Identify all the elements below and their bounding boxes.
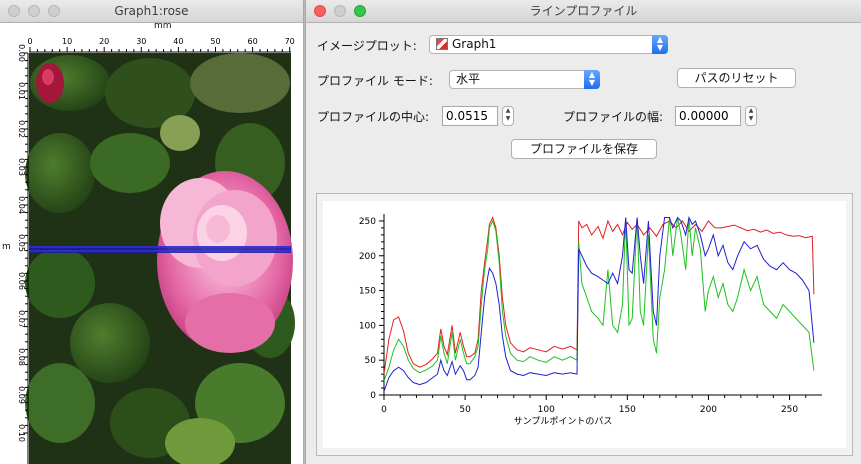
- y-axis-unit-label: m: [2, 242, 11, 252]
- profile-mode-value: 水平: [456, 72, 481, 86]
- x-axis-tick-label: 200: [700, 405, 717, 415]
- x-axis-tick-label: 250: [781, 405, 798, 415]
- graph-window: Graph1:rose 0 10 20 30 40 50 60 70 0.00 …: [0, 0, 303, 464]
- left-axis-tick-label: 0.09: [17, 386, 26, 404]
- save-profile-button[interactable]: プロファイルを保存: [511, 139, 657, 159]
- profile-width-label: プロファイルの幅:: [563, 110, 664, 124]
- graph-icon: [436, 38, 448, 50]
- x-axis-unit-label: mm: [154, 21, 172, 31]
- x-axis-tick-label: 150: [619, 405, 636, 415]
- left-axis-tick-label: 0.05: [17, 234, 26, 252]
- profile-center-stepper[interactable]: ▲ ▼: [502, 106, 514, 126]
- profile-mode-label: プロファイル モード:: [317, 74, 433, 88]
- top-axis-tick-label: 10: [62, 37, 72, 46]
- top-axis-tick-label: 60: [248, 37, 258, 46]
- y-axis-tick-label: 150: [359, 287, 376, 297]
- profile-width-input[interactable]: [675, 106, 741, 126]
- profile-graph-frame: 0 50 100 150 200 250 0 50 100 150 200 250 サンプルポイントのパ…: [316, 193, 853, 456]
- y-axis-tick-label: 200: [359, 252, 376, 262]
- y-axis-tick-label: 0: [370, 391, 376, 401]
- left-axis-tick-label: 0.06: [17, 272, 26, 290]
- chevron-updown-icon: ▲ ▼: [584, 70, 600, 89]
- line-profile-window: ラインプロファイル イメージプロット: Graph1 ▲ ▼ プロファイル モード…: [306, 0, 861, 464]
- left-axis-tick-label: 0.03: [17, 158, 26, 176]
- close-icon[interactable]: [8, 5, 20, 17]
- top-axis-tick-label: 30: [136, 37, 146, 46]
- top-axis-tick-label: 40: [173, 37, 183, 46]
- graph-window-titlebar[interactable]: Graph1:rose: [0, 0, 303, 23]
- graph-window-title: Graph1:rose: [114, 4, 189, 18]
- profile-width-stepper[interactable]: ▲ ▼: [745, 106, 757, 126]
- zoom-icon[interactable]: [48, 5, 60, 17]
- left-axis-tick-label: 0.08: [17, 348, 26, 366]
- image-plot-label: イメージプロット:: [317, 39, 417, 53]
- profile-center-label: プロファイルの中心:: [317, 110, 430, 124]
- x-axis-tick-label: 100: [538, 405, 555, 415]
- left-axis-tick-label: 0.02: [17, 120, 26, 138]
- top-axis-tick-label: 50: [210, 37, 220, 46]
- top-axis: 0 10 20 30 40 50 60 70: [27, 37, 295, 53]
- top-axis-tick-label: 20: [99, 37, 109, 46]
- left-axis-tick-label: 0.01: [17, 82, 26, 100]
- image-plot-select[interactable]: Graph1 ▲ ▼: [429, 35, 668, 54]
- profile-window-titlebar[interactable]: ラインプロファイル: [306, 0, 861, 23]
- profile-series-line-1: [383, 217, 815, 382]
- rose-image-plot[interactable]: 0 10 20 30 40 50 60 70 0.00 0.01 0.02 0.03 0.04 0.05…: [0, 23, 303, 464]
- left-axis-tick-label: 0.10: [17, 424, 26, 442]
- profile-window-title: ラインプロファイル: [529, 4, 638, 18]
- left-axis: 0.00 0.01 0.02 0.03 0.04 0.05 0.06 0.07 0.08 0.09…: [17, 44, 29, 464]
- profile-mode-select[interactable]: 水平 ▲ ▼: [449, 70, 600, 89]
- y-axis-tick-label: 100: [359, 321, 376, 331]
- image-plot-value: Graph1: [452, 37, 497, 51]
- y-axis-tick-label: 250: [359, 217, 376, 227]
- top-axis-tick-label: 70: [285, 37, 295, 46]
- close-icon[interactable]: [314, 5, 326, 17]
- profile-chart[interactable]: 0 50 100 150 200 250 0 50 100 150 200 250 サンプルポイントのパ…: [323, 201, 846, 448]
- y-axis-tick-label: 50: [365, 356, 377, 366]
- top-axis-tick-label: 0: [27, 37, 32, 46]
- profile-center-input[interactable]: [442, 106, 498, 126]
- left-axis-tick-label: 0.07: [17, 310, 26, 328]
- x-axis-tick-label: 50: [459, 405, 471, 415]
- x-axis-label: サンプルポイントのパス: [514, 416, 613, 427]
- left-axis-tick-label: 0.04: [17, 196, 26, 214]
- x-axis-tick-label: 0: [381, 405, 387, 415]
- graph-canvas: 0 10 20 30 40 50 60 70 0.00 0.01 0.02 0.03 0.04 0.05…: [0, 21, 303, 464]
- left-axis-tick-label: 0.00: [17, 44, 26, 62]
- profile-series-line-0: [383, 216, 815, 375]
- chevron-updown-icon: ▲ ▼: [652, 35, 668, 54]
- minimize-icon[interactable]: [28, 5, 40, 17]
- profile-series-line-2: [383, 215, 815, 392]
- reset-path-button[interactable]: パスのリセット: [677, 68, 796, 88]
- minimize-icon[interactable]: [334, 5, 346, 17]
- zoom-icon[interactable]: [354, 5, 366, 17]
